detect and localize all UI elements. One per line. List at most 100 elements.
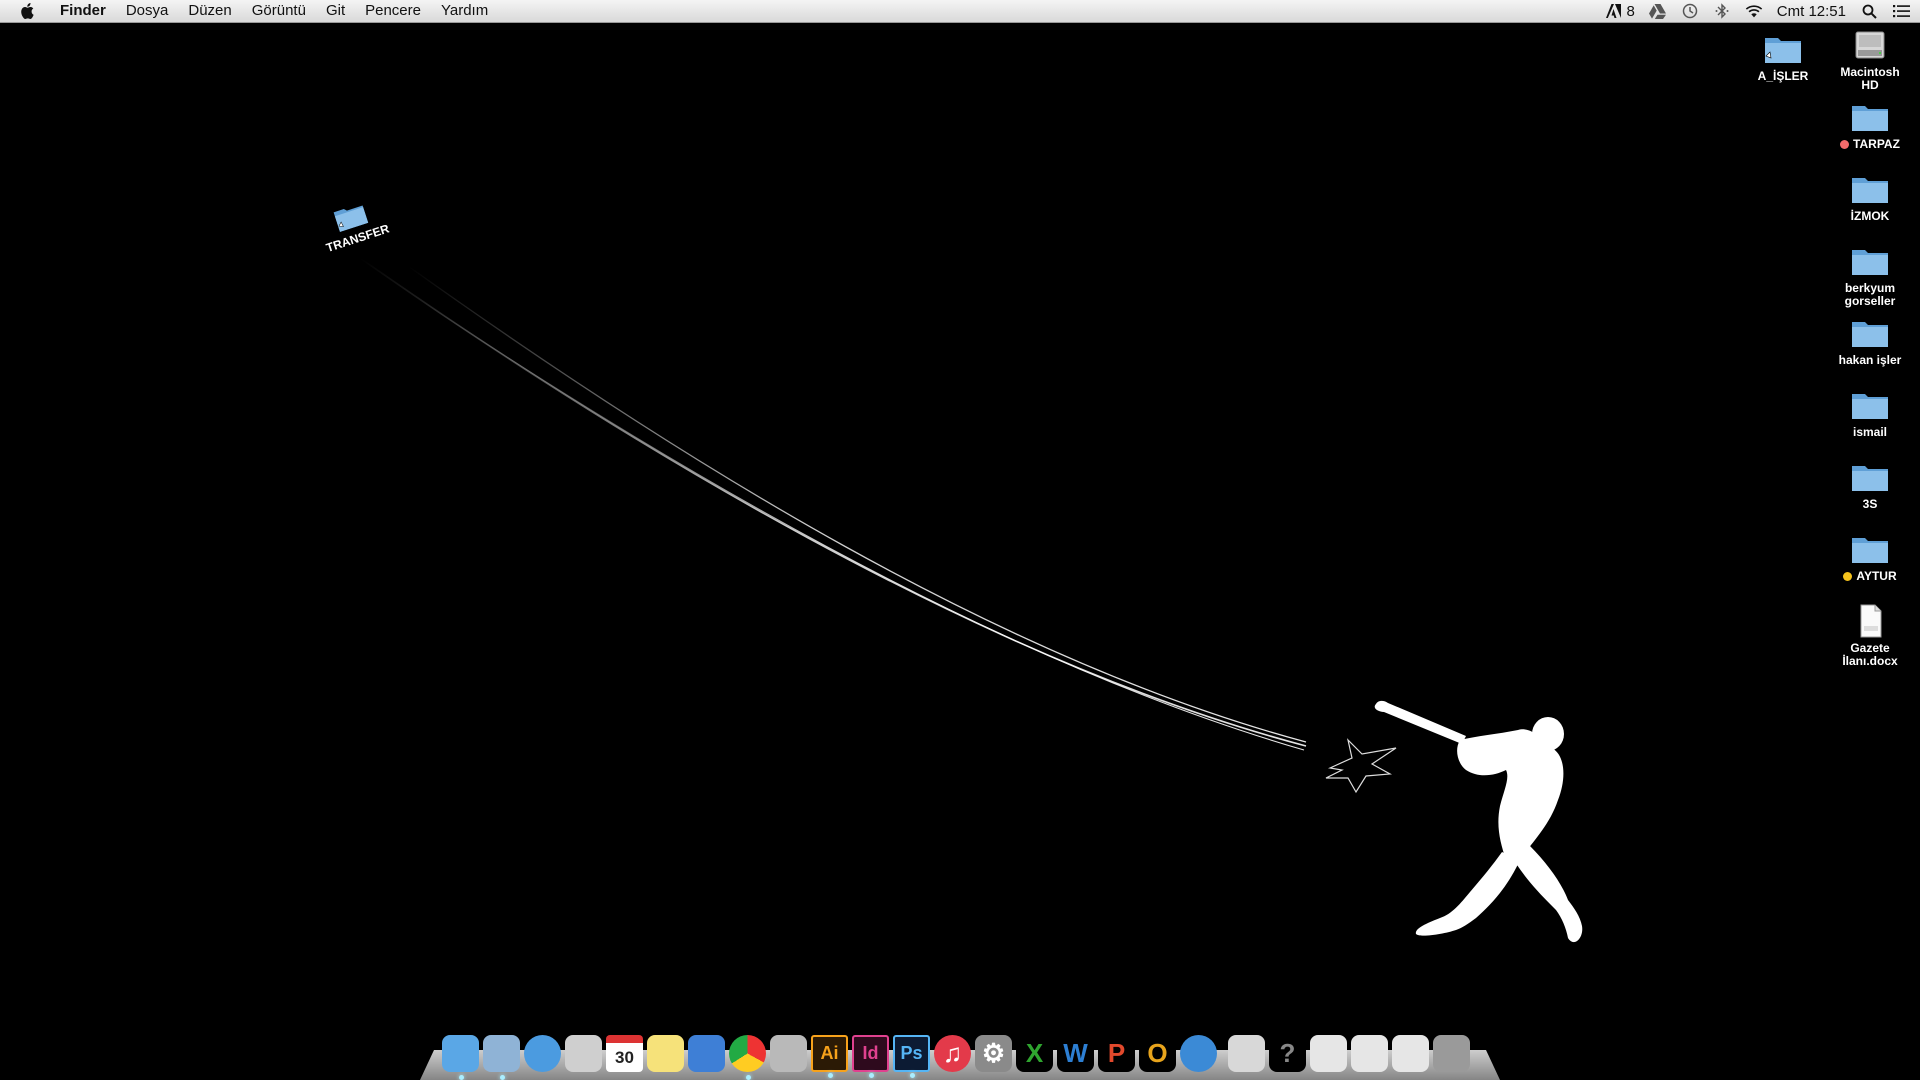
- desktop-icon-label: İZMOK: [1850, 209, 1890, 223]
- calendar-icon[interactable]: 30: [606, 1035, 643, 1072]
- photoshop-icon[interactable]: Ps: [893, 1035, 930, 1078]
- folder-icon: [1852, 394, 1888, 419]
- calculator-icon[interactable]: [565, 1035, 602, 1072]
- desktop-icon-label: berkyum gorseller: [1844, 281, 1896, 308]
- dock-item-glyph: W: [1063, 1038, 1088, 1068]
- adobe-updater-status[interactable]: 8: [1604, 2, 1635, 20]
- folder-icon: [1765, 38, 1801, 63]
- desktop-icon-label: hakan işler: [1838, 353, 1902, 367]
- dock-separator: [1221, 1036, 1224, 1072]
- folder-icon: [1852, 322, 1888, 347]
- desktop-folder-ismail[interactable]: ismail: [1828, 388, 1912, 439]
- notes-icon[interactable]: [647, 1035, 684, 1072]
- network-globe-icon[interactable]: [1180, 1035, 1217, 1072]
- batter-silhouette: [1374, 700, 1583, 943]
- downloads-stack-1-icon[interactable]: [1310, 1035, 1347, 1072]
- safari-icon[interactable]: [524, 1035, 561, 1072]
- dock-item-glyph: ?: [1279, 1038, 1296, 1068]
- help-icon[interactable]: ?: [1269, 1035, 1306, 1072]
- desktop-icon-label: ismail: [1852, 425, 1888, 439]
- trash-icon[interactable]: [1433, 1035, 1470, 1072]
- system-preferences-icon[interactable]: ⚙: [975, 1035, 1012, 1072]
- spotlight-search-icon[interactable]: [1860, 2, 1878, 20]
- desktop-folder-tarpaz[interactable]: TARPAZ: [1828, 100, 1912, 151]
- desktop-icon-label: 3S: [1862, 497, 1878, 511]
- dock-item-glyph: Ps: [900, 1043, 923, 1063]
- menu-yardim[interactable]: Yardım: [431, 0, 498, 22]
- bluetooth-icon[interactable]: [1713, 2, 1731, 20]
- docx-document-icon: [1860, 604, 1882, 638]
- downloads-stack-3-icon[interactable]: [1392, 1035, 1429, 1072]
- desktop-folder-berkyum-gorseller[interactable]: berkyum gorseller: [1828, 244, 1912, 308]
- menu-pencere[interactable]: Pencere: [355, 0, 431, 22]
- yellow-tag-icon: [1843, 572, 1853, 581]
- hard-drive-icon: [1855, 31, 1885, 59]
- illustrator-icon[interactable]: Ai: [811, 1035, 848, 1078]
- outlook-icon[interactable]: O: [1139, 1035, 1176, 1072]
- menu-app-finder[interactable]: Finder: [52, 0, 116, 22]
- google-drive-icon[interactable]: [1649, 2, 1667, 20]
- apple-menu-icon[interactable]: [16, 0, 38, 22]
- notification-center-icon[interactable]: [1892, 2, 1910, 20]
- desktop[interactable]: Finder Dosya Düzen Görüntü Git Pencere Y…: [0, 0, 1920, 1080]
- running-indicator: [499, 1075, 505, 1080]
- dock-item-glyph: Id: [862, 1043, 879, 1063]
- documents-stack-icon[interactable]: [1228, 1035, 1265, 1072]
- dock-item-glyph: O: [1147, 1038, 1168, 1068]
- adobe-icon: [1604, 2, 1622, 20]
- dock-item-glyph: X: [1025, 1038, 1044, 1068]
- word-icon[interactable]: W: [1057, 1035, 1094, 1072]
- wifi-icon[interactable]: [1745, 2, 1763, 20]
- folder-icon: [1852, 178, 1888, 203]
- ball-impact-burst: [1325, 738, 1397, 794]
- chrome-icon[interactable]: [729, 1035, 766, 1080]
- wallpaper: [359, 257, 1583, 943]
- menu-dosya[interactable]: Dosya: [116, 0, 179, 22]
- desktop-folder-hakan-isler[interactable]: hakan işler: [1828, 316, 1912, 367]
- time-machine-icon[interactable]: [1681, 2, 1699, 20]
- ball-trail: [359, 257, 1307, 751]
- indesign-icon[interactable]: Id: [852, 1035, 889, 1078]
- running-indicator: [745, 1075, 751, 1080]
- running-indicator: [868, 1073, 874, 1078]
- preview-icon[interactable]: [770, 1035, 807, 1072]
- mail-icon[interactable]: [483, 1035, 520, 1080]
- finder-icon[interactable]: [442, 1035, 479, 1080]
- menu-bar: Finder Dosya Düzen Görüntü Git Pencere Y…: [0, 0, 1920, 23]
- menu-clock[interactable]: Cmt 12:51: [1777, 3, 1846, 20]
- desktop-folder-3s[interactable]: 3S: [1828, 460, 1912, 511]
- folder-icon: [1852, 250, 1888, 275]
- running-indicator: [909, 1073, 915, 1078]
- dock-item-glyph: ⚙: [981, 1038, 1006, 1068]
- desktop-drive-macintosh-hd[interactable]: Macintosh HD: [1828, 28, 1912, 92]
- itunes-icon[interactable]: ♫: [934, 1035, 971, 1072]
- folder-icon: [1852, 466, 1888, 491]
- dock-item-glyph: 30: [615, 1047, 634, 1067]
- folder-icon: [1852, 538, 1888, 563]
- desktop-icon-label: Macintosh HD: [1840, 65, 1900, 92]
- excel-icon[interactable]: X: [1016, 1035, 1053, 1072]
- menu-git[interactable]: Git: [316, 0, 355, 22]
- desktop-icon-label: TARPAZ: [1853, 137, 1900, 151]
- downloads-stack-2-icon[interactable]: [1351, 1035, 1388, 1072]
- dock-item-glyph: P: [1107, 1038, 1126, 1068]
- menu-duzen[interactable]: Düzen: [178, 0, 241, 22]
- dock: 30 Ai Id Ps ♫ ⚙ X W P O?: [420, 1028, 1500, 1080]
- dock-item-glyph: ♫: [942, 1038, 963, 1068]
- keynote-icon[interactable]: [688, 1035, 725, 1072]
- desktop-icon-label: A_İŞLER: [1757, 69, 1809, 83]
- desktop-folder-a-isler[interactable]: A_İŞLER: [1741, 32, 1825, 83]
- desktop-file-gazete-ilani-docx[interactable]: Gazete İlanı.docx: [1828, 604, 1912, 668]
- menu-goruntu[interactable]: Görüntü: [242, 0, 316, 22]
- dock-item-glyph: Ai: [820, 1043, 839, 1063]
- desktop-icon-label: AYTUR: [1856, 569, 1897, 583]
- folder-icon: [1852, 106, 1888, 131]
- running-indicator: [827, 1073, 833, 1078]
- desktop-icon-label: Gazete İlanı.docx: [1842, 641, 1898, 668]
- running-indicator: [458, 1075, 464, 1080]
- powerpoint-icon[interactable]: P: [1098, 1035, 1135, 1072]
- desktop-folder-aytur[interactable]: AYTUR: [1828, 532, 1912, 583]
- red-tag-icon: [1840, 140, 1850, 149]
- desktop-folder-izmok[interactable]: İZMOK: [1828, 172, 1912, 223]
- adobe-update-count: 8: [1626, 2, 1635, 20]
